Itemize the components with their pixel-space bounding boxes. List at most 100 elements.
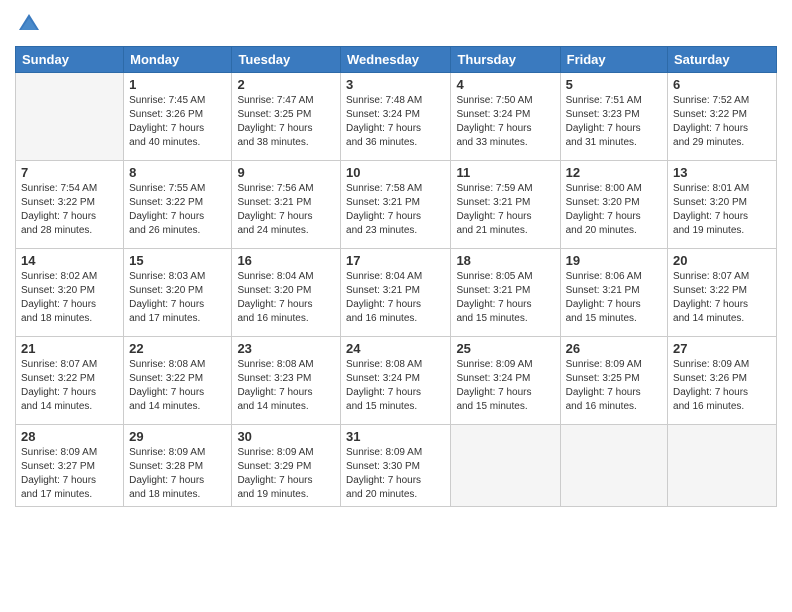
day-info: Sunrise: 8:04 AM Sunset: 3:21 PM Dayligh…: [346, 270, 445, 326]
day-info: Sunrise: 7:45 AM Sunset: 3:26 PM Dayligh…: [129, 94, 226, 150]
calendar-cell: 22 Sunrise: 8:08 AM Sunset: 3:22 PM Dayli…: [124, 337, 232, 425]
day-info: Sunrise: 8:08 AM Sunset: 3:22 PM Dayligh…: [129, 358, 226, 414]
header: [15, 10, 777, 38]
calendar-header-sunday: Sunday: [16, 47, 124, 73]
calendar-cell: 15 Sunrise: 8:03 AM Sunset: 3:20 PM Dayli…: [124, 249, 232, 337]
day-number: 22: [129, 341, 226, 356]
day-number: 11: [456, 165, 554, 180]
calendar-cell: 10 Sunrise: 7:58 AM Sunset: 3:21 PM Dayli…: [341, 161, 451, 249]
week-row-4: 21 Sunrise: 8:07 AM Sunset: 3:22 PM Dayli…: [16, 337, 777, 425]
calendar-header-friday: Friday: [560, 47, 667, 73]
calendar: SundayMondayTuesdayWednesdayThursdayFrid…: [15, 46, 777, 507]
day-info: Sunrise: 8:04 AM Sunset: 3:20 PM Dayligh…: [237, 270, 335, 326]
calendar-cell: 28Sunrise: 8:09 AM Sunset: 3:27 PM Dayli…: [16, 425, 124, 507]
day-info: Sunrise: 8:09 AM Sunset: 3:25 PM Dayligh…: [566, 358, 662, 414]
calendar-cell: 30Sunrise: 8:09 AM Sunset: 3:29 PM Dayli…: [232, 425, 341, 507]
day-number: 28: [21, 429, 118, 444]
day-number: 20: [673, 253, 771, 268]
day-number: 14: [21, 253, 118, 268]
day-number: 29: [129, 429, 226, 444]
calendar-cell: 27Sunrise: 8:09 AM Sunset: 3:26 PM Dayli…: [668, 337, 777, 425]
day-number: 8: [129, 165, 226, 180]
calendar-cell: 20 Sunrise: 8:07 AM Sunset: 3:22 PM Dayli…: [668, 249, 777, 337]
day-number: 2: [237, 77, 335, 92]
calendar-cell: 21 Sunrise: 8:07 AM Sunset: 3:22 PM Dayli…: [16, 337, 124, 425]
day-number: 13: [673, 165, 771, 180]
day-info: Sunrise: 8:07 AM Sunset: 3:22 PM Dayligh…: [673, 270, 771, 326]
day-number: 21: [21, 341, 118, 356]
day-number: 6: [673, 77, 771, 92]
day-number: 3: [346, 77, 445, 92]
day-info: Sunrise: 7:47 AM Sunset: 3:25 PM Dayligh…: [237, 94, 335, 150]
calendar-cell: 25 Sunrise: 8:09 AM Sunset: 3:24 PM Dayli…: [451, 337, 560, 425]
day-number: 1: [129, 77, 226, 92]
calendar-cell: 16 Sunrise: 8:04 AM Sunset: 3:20 PM Dayli…: [232, 249, 341, 337]
day-number: 10: [346, 165, 445, 180]
day-info: Sunrise: 8:03 AM Sunset: 3:20 PM Dayligh…: [129, 270, 226, 326]
day-info: Sunrise: 8:01 AM Sunset: 3:20 PM Dayligh…: [673, 182, 771, 238]
calendar-cell: 3 Sunrise: 7:48 AM Sunset: 3:24 PM Daylig…: [341, 73, 451, 161]
day-info: Sunrise: 8:09 AM Sunset: 3:30 PM Dayligh…: [346, 446, 445, 502]
day-number: 19: [566, 253, 662, 268]
calendar-cell: 7 Sunrise: 7:54 AM Sunset: 3:22 PM Daylig…: [16, 161, 124, 249]
day-number: 26: [566, 341, 662, 356]
day-number: 25: [456, 341, 554, 356]
calendar-cell: 24Sunrise: 8:08 AM Sunset: 3:24 PM Dayli…: [341, 337, 451, 425]
calendar-cell: 17 Sunrise: 8:04 AM Sunset: 3:21 PM Dayli…: [341, 249, 451, 337]
day-info: Sunrise: 8:07 AM Sunset: 3:22 PM Dayligh…: [21, 358, 118, 414]
week-row-1: 1 Sunrise: 7:45 AM Sunset: 3:26 PM Daylig…: [16, 73, 777, 161]
calendar-header-wednesday: Wednesday: [341, 47, 451, 73]
day-info: Sunrise: 7:59 AM Sunset: 3:21 PM Dayligh…: [456, 182, 554, 238]
day-info: Sunrise: 7:56 AM Sunset: 3:21 PM Dayligh…: [237, 182, 335, 238]
day-info: Sunrise: 7:58 AM Sunset: 3:21 PM Dayligh…: [346, 182, 445, 238]
day-info: Sunrise: 8:09 AM Sunset: 3:29 PM Dayligh…: [237, 446, 335, 502]
calendar-cell: 19 Sunrise: 8:06 AM Sunset: 3:21 PM Dayli…: [560, 249, 667, 337]
day-number: 12: [566, 165, 662, 180]
calendar-cell: [560, 425, 667, 507]
day-info: Sunrise: 8:09 AM Sunset: 3:28 PM Dayligh…: [129, 446, 226, 502]
day-info: Sunrise: 8:08 AM Sunset: 3:24 PM Dayligh…: [346, 358, 445, 414]
calendar-cell: 8Sunrise: 7:55 AM Sunset: 3:22 PM Daylig…: [124, 161, 232, 249]
calendar-cell: 6Sunrise: 7:52 AM Sunset: 3:22 PM Daylig…: [668, 73, 777, 161]
calendar-header-thursday: Thursday: [451, 47, 560, 73]
day-info: Sunrise: 7:54 AM Sunset: 3:22 PM Dayligh…: [21, 182, 118, 238]
day-number: 18: [456, 253, 554, 268]
calendar-cell: [16, 73, 124, 161]
day-number: 15: [129, 253, 226, 268]
calendar-cell: 1 Sunrise: 7:45 AM Sunset: 3:26 PM Daylig…: [124, 73, 232, 161]
calendar-cell: 4 Sunrise: 7:50 AM Sunset: 3:24 PM Daylig…: [451, 73, 560, 161]
calendar-cell: 26 Sunrise: 8:09 AM Sunset: 3:25 PM Dayli…: [560, 337, 667, 425]
calendar-cell: 11 Sunrise: 7:59 AM Sunset: 3:21 PM Dayli…: [451, 161, 560, 249]
calendar-header-row: SundayMondayTuesdayWednesdayThursdayFrid…: [16, 47, 777, 73]
day-number: 17: [346, 253, 445, 268]
calendar-cell: 13 Sunrise: 8:01 AM Sunset: 3:20 PM Dayli…: [668, 161, 777, 249]
week-row-3: 14 Sunrise: 8:02 AM Sunset: 3:20 PM Dayli…: [16, 249, 777, 337]
week-row-2: 7 Sunrise: 7:54 AM Sunset: 3:22 PM Daylig…: [16, 161, 777, 249]
calendar-cell: 12 Sunrise: 8:00 AM Sunset: 3:20 PM Dayli…: [560, 161, 667, 249]
calendar-header-monday: Monday: [124, 47, 232, 73]
day-number: 7: [21, 165, 118, 180]
day-info: Sunrise: 7:48 AM Sunset: 3:24 PM Dayligh…: [346, 94, 445, 150]
calendar-cell: 29 Sunrise: 8:09 AM Sunset: 3:28 PM Dayli…: [124, 425, 232, 507]
day-info: Sunrise: 8:05 AM Sunset: 3:21 PM Dayligh…: [456, 270, 554, 326]
logo-icon: [15, 10, 43, 38]
day-number: 16: [237, 253, 335, 268]
calendar-cell: 18 Sunrise: 8:05 AM Sunset: 3:21 PM Dayli…: [451, 249, 560, 337]
calendar-cell: [668, 425, 777, 507]
calendar-cell: 5Sunrise: 7:51 AM Sunset: 3:23 PM Daylig…: [560, 73, 667, 161]
day-number: 5: [566, 77, 662, 92]
day-info: Sunrise: 8:02 AM Sunset: 3:20 PM Dayligh…: [21, 270, 118, 326]
calendar-header-saturday: Saturday: [668, 47, 777, 73]
calendar-cell: 2 Sunrise: 7:47 AM Sunset: 3:25 PM Daylig…: [232, 73, 341, 161]
day-number: 4: [456, 77, 554, 92]
day-number: 31: [346, 429, 445, 444]
day-info: Sunrise: 8:09 AM Sunset: 3:24 PM Dayligh…: [456, 358, 554, 414]
day-info: Sunrise: 8:08 AM Sunset: 3:23 PM Dayligh…: [237, 358, 335, 414]
logo: [15, 10, 47, 38]
day-info: Sunrise: 8:00 AM Sunset: 3:20 PM Dayligh…: [566, 182, 662, 238]
day-number: 27: [673, 341, 771, 356]
calendar-cell: [451, 425, 560, 507]
week-row-5: 28Sunrise: 8:09 AM Sunset: 3:27 PM Dayli…: [16, 425, 777, 507]
day-info: Sunrise: 7:50 AM Sunset: 3:24 PM Dayligh…: [456, 94, 554, 150]
day-info: Sunrise: 8:06 AM Sunset: 3:21 PM Dayligh…: [566, 270, 662, 326]
